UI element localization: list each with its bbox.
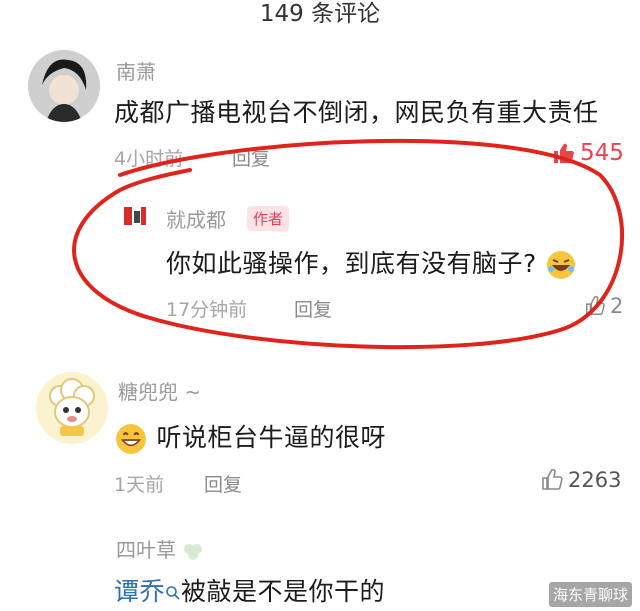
comment-text: 成都广播电视台不倒闭，网民负有重大责任 [114, 98, 599, 127]
comment-text-content: 听说柜台牛逼的很呀 [156, 423, 386, 452]
reply-button[interactable]: 回复 [204, 470, 242, 497]
comment-username[interactable]: 就成都 [166, 204, 226, 233]
dark-haired-person-avatar-icon [28, 50, 100, 122]
comment-text: 谭乔 被敲是不是你干的 [114, 572, 385, 608]
comment-text: 你如此骚操作，到底有没有脑子? [166, 244, 577, 281]
comments-count-title: 149 条评论 [259, 1, 381, 27]
thumbs-up-outline-icon [542, 469, 563, 490]
comment-username[interactable]: 南萧 [116, 56, 156, 85]
comment-text-content: 你如此骚操作，到底有没有脑子? [166, 249, 537, 278]
like-count: 545 [580, 140, 624, 166]
cartoon-sheep-avatar-icon [36, 372, 108, 444]
red-logo-icon [124, 207, 146, 225]
author-badge: 作者 [247, 206, 290, 231]
comment-username[interactable]: 糖兜兜 ~ [118, 376, 201, 405]
reply-button[interactable]: 回复 [232, 144, 270, 171]
thumbs-up-filled-icon [554, 143, 574, 164]
like-count: 2 [610, 294, 624, 318]
search-icon[interactable] [165, 585, 181, 601]
comment-username[interactable]: 四叶草 [116, 534, 204, 563]
laughing-face-icon [547, 251, 576, 279]
thumbs-up-outline-icon [586, 295, 605, 315]
comment-time: 4小时前 [114, 148, 184, 170]
like-button[interactable]: 2 [584, 294, 623, 318]
comment-time: 1天前 [114, 474, 165, 496]
watermark: 海东青聊球 [548, 582, 632, 607]
comment-text-content: 被敲是不是你干的 [181, 577, 386, 606]
red-logo-avatar[interactable] [122, 205, 148, 227]
avatar[interactable] [36, 372, 108, 444]
reply-button[interactable]: 回复 [294, 295, 332, 322]
comment-time: 17分钟前 [166, 299, 248, 321]
like-count: 2263 [568, 468, 622, 492]
username-text: 四叶草 [116, 538, 176, 562]
mention-link[interactable]: 谭乔 [114, 577, 165, 606]
like-button[interactable]: 2263 [540, 468, 621, 492]
clover-icon [184, 543, 203, 560]
like-button[interactable]: 545 [552, 140, 624, 166]
avatar[interactable] [28, 50, 100, 122]
grinning-face-icon [116, 424, 146, 454]
comment-text: 听说柜台牛逼的很呀 [114, 418, 386, 456]
